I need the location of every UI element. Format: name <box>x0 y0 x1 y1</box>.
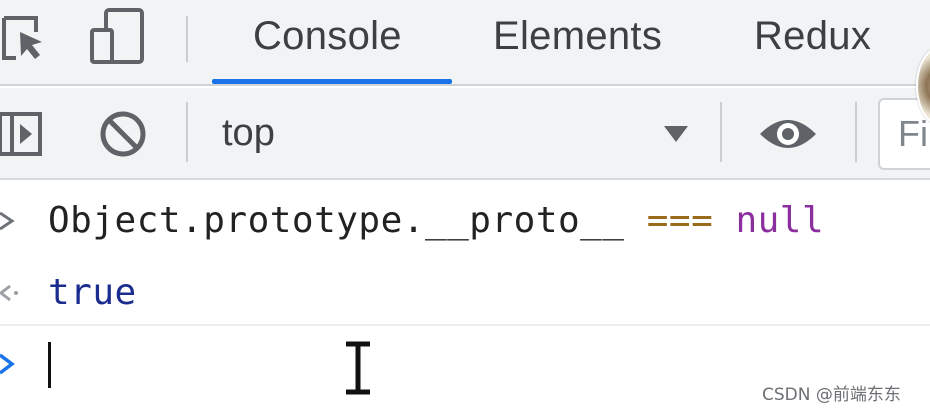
tab-console[interactable]: Console <box>253 14 402 59</box>
toolbar-divider <box>186 102 188 162</box>
context-selector[interactable]: top <box>192 98 714 168</box>
return-arrow-icon <box>0 284 18 302</box>
chevron-down-icon <box>664 126 688 142</box>
console-output[interactable]: Object.prototype.__proto__ === null true… <box>0 180 930 411</box>
console-toolbar: top <box>0 88 930 180</box>
clear-console-icon[interactable] <box>97 108 149 160</box>
active-tab-indicator <box>212 79 452 84</box>
toolbar-divider <box>720 102 722 162</box>
code-null-literal: null <box>735 200 825 241</box>
text-caret <box>48 342 51 388</box>
ibeam-cursor-icon <box>346 341 370 395</box>
device-toolbar-icon[interactable] <box>88 6 148 66</box>
inspect-element-icon[interactable] <box>0 12 50 64</box>
toolbar-divider <box>855 102 857 162</box>
prompt-chevron-icon <box>0 353 15 375</box>
tab-redux[interactable]: Redux <box>754 14 871 59</box>
console-result-value: true <box>48 272 137 313</box>
chevron-right-icon <box>0 211 15 231</box>
code-operator: === <box>646 200 714 241</box>
context-selector-value: top <box>222 112 275 154</box>
tab-divider <box>186 16 188 62</box>
watermark: CSDN @前端东东 <box>762 385 901 405</box>
devtools-tab-bar: Console Elements Redux <box>0 0 930 86</box>
tab-elements[interactable]: Elements <box>493 14 662 59</box>
console-result-line: true <box>0 256 930 326</box>
sidebar-toggle-icon[interactable] <box>0 108 48 160</box>
console-input-code: Object.prototype.__proto__ === null <box>48 200 824 241</box>
console-input-line: Object.prototype.__proto__ === null <box>0 180 930 256</box>
live-expression-eye-icon[interactable] <box>756 108 820 160</box>
devtools-window: Console Elements Redux top Fi Object.pro… <box>0 0 930 411</box>
code-identifier: Object.prototype.__proto__ <box>48 200 625 241</box>
